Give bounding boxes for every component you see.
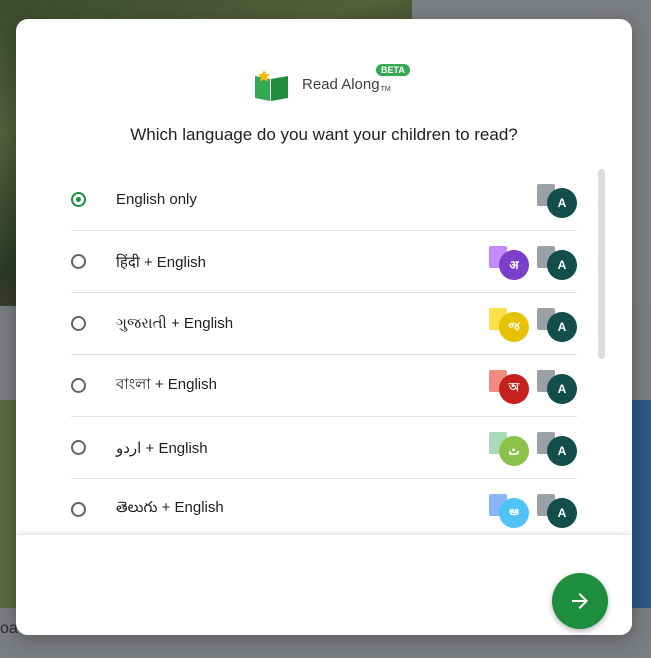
language-label: বাংলা + English: [116, 376, 217, 393]
language-option[interactable]: हिंदी + English अ A: [71, 231, 577, 293]
language-book-icon: অ: [489, 369, 529, 404]
language-book-icon: अ: [489, 245, 529, 280]
language-dialog: Read AlongTM BETA Which language do you …: [16, 19, 632, 635]
language-book-icon: A: [537, 431, 577, 466]
language-book-icon: A: [537, 183, 577, 218]
language-book-icon: ٹ: [489, 431, 529, 466]
language-icons: ٹA: [489, 431, 577, 466]
radio-button[interactable]: [71, 440, 86, 455]
arrow-right-icon: [572, 593, 588, 609]
language-label: ગુજરાતી + English: [116, 315, 234, 332]
read-along-logo: Read AlongTM BETA: [252, 64, 412, 104]
scrollbar-thumb[interactable]: [598, 169, 605, 359]
language-book-icon: A: [537, 307, 577, 342]
book-star-icon: [255, 70, 288, 101]
radio-button[interactable]: [71, 192, 86, 207]
language-book-icon: A: [537, 369, 577, 404]
language-label: اردو + English: [116, 439, 208, 457]
language-icons: A: [537, 183, 577, 218]
language-icons: অA: [489, 369, 577, 404]
logo-title: Read AlongTM: [302, 76, 391, 93]
language-option[interactable]: اردو + English ٹ A: [71, 417, 577, 479]
radio-button[interactable]: [71, 502, 86, 517]
language-option-list: English only A हिंदी + English अ A ગુજરાતી + …: [71, 169, 577, 554]
language-option[interactable]: বাংলা + English অ A: [71, 355, 577, 417]
language-book-icon: A: [537, 493, 577, 528]
radio-button[interactable]: [71, 378, 86, 393]
language-book-icon: A: [537, 245, 577, 280]
dialog-question: Which language do you want your children…: [130, 125, 518, 144]
language-icons: ఆA: [489, 493, 577, 528]
language-label: हिंदी + English: [116, 253, 206, 271]
radio-button[interactable]: [71, 254, 86, 269]
language-icons: જA: [489, 307, 577, 342]
language-option[interactable]: ગુજરાતી + English જ A: [71, 293, 577, 355]
language-label: తెలుగు + English: [116, 499, 224, 516]
language-book-icon: ఆ: [489, 493, 529, 528]
language-option[interactable]: English only A: [71, 169, 577, 231]
language-icons: अA: [489, 245, 577, 280]
language-option[interactable]: తెలుగు + English ఆ A: [71, 479, 577, 541]
language-label: English only: [116, 191, 197, 208]
language-book-icon: જ: [489, 307, 529, 342]
radio-button[interactable]: [71, 316, 86, 331]
next-button[interactable]: [552, 573, 608, 629]
beta-badge: BETA: [376, 64, 410, 76]
dialog-footer: [16, 535, 632, 635]
